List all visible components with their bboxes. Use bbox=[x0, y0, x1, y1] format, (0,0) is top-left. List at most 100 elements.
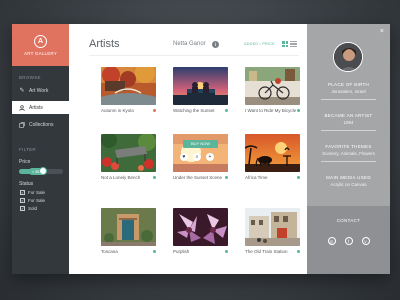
status-option[interactable]: ✓ For Sale bbox=[12, 190, 69, 195]
filter-title: FILTER bbox=[19, 147, 36, 152]
artwork-image[interactable] bbox=[245, 134, 300, 172]
artwork-card[interactable]: The Old Train Station bbox=[245, 208, 300, 254]
artwork-image[interactable] bbox=[173, 208, 228, 246]
divider bbox=[321, 130, 376, 131]
facebook-icon[interactable]: f bbox=[344, 237, 353, 245]
sidebar-item-label: Collections bbox=[29, 121, 54, 128]
user-icon bbox=[18, 104, 26, 111]
list-view-icon[interactable] bbox=[290, 41, 297, 47]
artwork-caption: Not a Lonely Bench bbox=[101, 175, 156, 180]
status-option-label: For Sale bbox=[28, 198, 46, 203]
main-content: Artists Netta Ganor i ADDED • PRICE Autu… bbox=[69, 24, 307, 274]
artwork-card[interactable]: BUY NOW ♥ ⌕ + Under the Sunset Scene bbox=[173, 134, 228, 180]
artwork-caption: Under the Sunset Scene bbox=[173, 175, 228, 180]
artwork-card[interactable]: Autumn in Kyoto bbox=[101, 67, 156, 113]
sidebar-item-label: Art Work bbox=[29, 87, 49, 94]
vine-icon[interactable]: v bbox=[361, 237, 370, 245]
status-option[interactable]: ✓ Sold bbox=[12, 206, 69, 211]
artwork-caption: I Want to Ride My Bicycle bbox=[245, 108, 300, 113]
artwork-title: Toscana bbox=[101, 249, 118, 254]
artwork-image[interactable] bbox=[245, 208, 300, 246]
became-artist-value: 1994 bbox=[343, 120, 354, 125]
zoom-icon[interactable]: ⌕ bbox=[193, 153, 201, 161]
artwork-caption: Toscana bbox=[101, 249, 156, 254]
sidebar-item-artists[interactable]: Artists bbox=[12, 101, 69, 114]
became-artist-label: BECAME AN ARTIST bbox=[324, 113, 373, 118]
sidebar-item-collections[interactable]: Collections bbox=[12, 118, 69, 131]
close-icon[interactable]: × bbox=[380, 28, 384, 35]
artist-name[interactable]: Netta Ganor bbox=[173, 41, 206, 47]
artwork-image[interactable] bbox=[245, 67, 300, 105]
checkbox[interactable]: ✓ bbox=[20, 206, 25, 211]
status-dot bbox=[225, 176, 228, 179]
brand-logo: A bbox=[34, 34, 47, 48]
artwork-image[interactable] bbox=[101, 67, 156, 105]
artwork-title: Purplish bbox=[173, 249, 190, 254]
place-of-birth: PLACE OF BIRTH Jerusalem, Israel bbox=[307, 82, 390, 100]
brush-icon: ✎ bbox=[19, 88, 25, 94]
status-dot bbox=[225, 250, 228, 253]
artwork-image[interactable]: BUY NOW ♥ ⌕ + bbox=[173, 134, 228, 172]
checkbox[interactable]: ✓ bbox=[20, 198, 25, 203]
artwork-card[interactable]: Watching the Sunset bbox=[173, 67, 228, 113]
price-slider[interactable]: < $50 bbox=[19, 167, 63, 175]
favorite-themes-label: FAVORITE THEMES bbox=[325, 144, 372, 149]
favorite-icon[interactable]: ♥ bbox=[180, 153, 188, 161]
artwork-caption: The Old Train Station bbox=[245, 249, 300, 254]
buy-now-button[interactable]: BUY NOW bbox=[183, 140, 218, 148]
status-dot bbox=[153, 176, 156, 179]
artwork-title: The Old Train Station bbox=[245, 249, 288, 254]
contact-section: CONTACT ◎ f v bbox=[307, 206, 390, 274]
artwork-caption: Watching the Sunset bbox=[173, 108, 228, 113]
main-media: MAIN MEDIA USED Acrylic on Canvas bbox=[307, 175, 390, 187]
contact-title: CONTACT bbox=[336, 218, 361, 223]
sidebar-item-art-work[interactable]: ✎ Art Work bbox=[12, 84, 69, 97]
favorite-themes: FAVORITE THEMES Scenery, Animals, Flower… bbox=[307, 144, 390, 162]
status-option-label: Sold bbox=[28, 206, 38, 211]
status-option-label: For Sale bbox=[28, 190, 46, 195]
status-dot bbox=[153, 250, 156, 253]
status-dot bbox=[225, 109, 228, 112]
artwork-caption: Purplish bbox=[173, 249, 228, 254]
sort-options[interactable]: ADDED • PRICE bbox=[244, 42, 275, 46]
sidebar-item-label: Artists bbox=[29, 104, 43, 111]
artwork-title: Not a Lonely Bench bbox=[101, 175, 141, 180]
artwork-card[interactable]: Toscana bbox=[101, 208, 156, 254]
main-media-label: MAIN MEDIA USED bbox=[326, 175, 371, 180]
status-dot bbox=[153, 109, 156, 112]
brand-name: ART GALLERY bbox=[24, 50, 57, 56]
status-option[interactable]: ✓ For Sale bbox=[12, 198, 69, 203]
artwork-actions: ♥ ⌕ + bbox=[180, 153, 214, 161]
avatar bbox=[333, 42, 363, 72]
artwork-card[interactable]: Africa Time bbox=[245, 134, 300, 180]
status-dot bbox=[297, 176, 300, 179]
status-dot bbox=[297, 250, 300, 253]
artwork-image[interactable] bbox=[101, 208, 156, 246]
artwork-caption: Africa Time bbox=[245, 175, 300, 180]
status-label: Status bbox=[19, 181, 34, 187]
artwork-image[interactable] bbox=[173, 67, 228, 105]
divider bbox=[321, 161, 376, 162]
add-icon[interactable]: + bbox=[206, 153, 214, 161]
browse-title: BROWSE bbox=[19, 75, 41, 80]
grid-view-icon[interactable] bbox=[282, 41, 288, 47]
became-artist: BECAME AN ARTIST 1994 bbox=[307, 113, 390, 131]
artwork-card[interactable]: I Want to Ride My Bicycle bbox=[245, 67, 300, 113]
artwork-title: Autumn in Kyoto bbox=[101, 108, 135, 113]
checkbox[interactable]: ✓ bbox=[20, 190, 25, 195]
social-links: ◎ f v bbox=[307, 237, 390, 245]
sidebar: A ART GALLERY BROWSE ✎ Art Work Artists … bbox=[12, 24, 69, 274]
info-icon[interactable]: i bbox=[212, 41, 219, 48]
artwork-card[interactable]: Not a Lonely Bench bbox=[101, 134, 156, 180]
artwork-title: Africa Time bbox=[245, 175, 268, 180]
brand[interactable]: A ART GALLERY bbox=[12, 24, 69, 66]
artwork-card[interactable]: Purplish bbox=[173, 208, 228, 254]
instagram-icon[interactable]: ◎ bbox=[327, 237, 336, 245]
app-window: A ART GALLERY BROWSE ✎ Art Work Artists … bbox=[12, 24, 390, 274]
price-slider-handle[interactable] bbox=[39, 167, 48, 175]
artwork-image[interactable] bbox=[101, 134, 156, 172]
page-title: Artists bbox=[89, 38, 120, 50]
divider bbox=[89, 55, 299, 56]
favorite-themes-value: Scenery, Animals, Flowers bbox=[322, 151, 375, 156]
artwork-title: Under the Sunset Scene bbox=[173, 175, 223, 180]
